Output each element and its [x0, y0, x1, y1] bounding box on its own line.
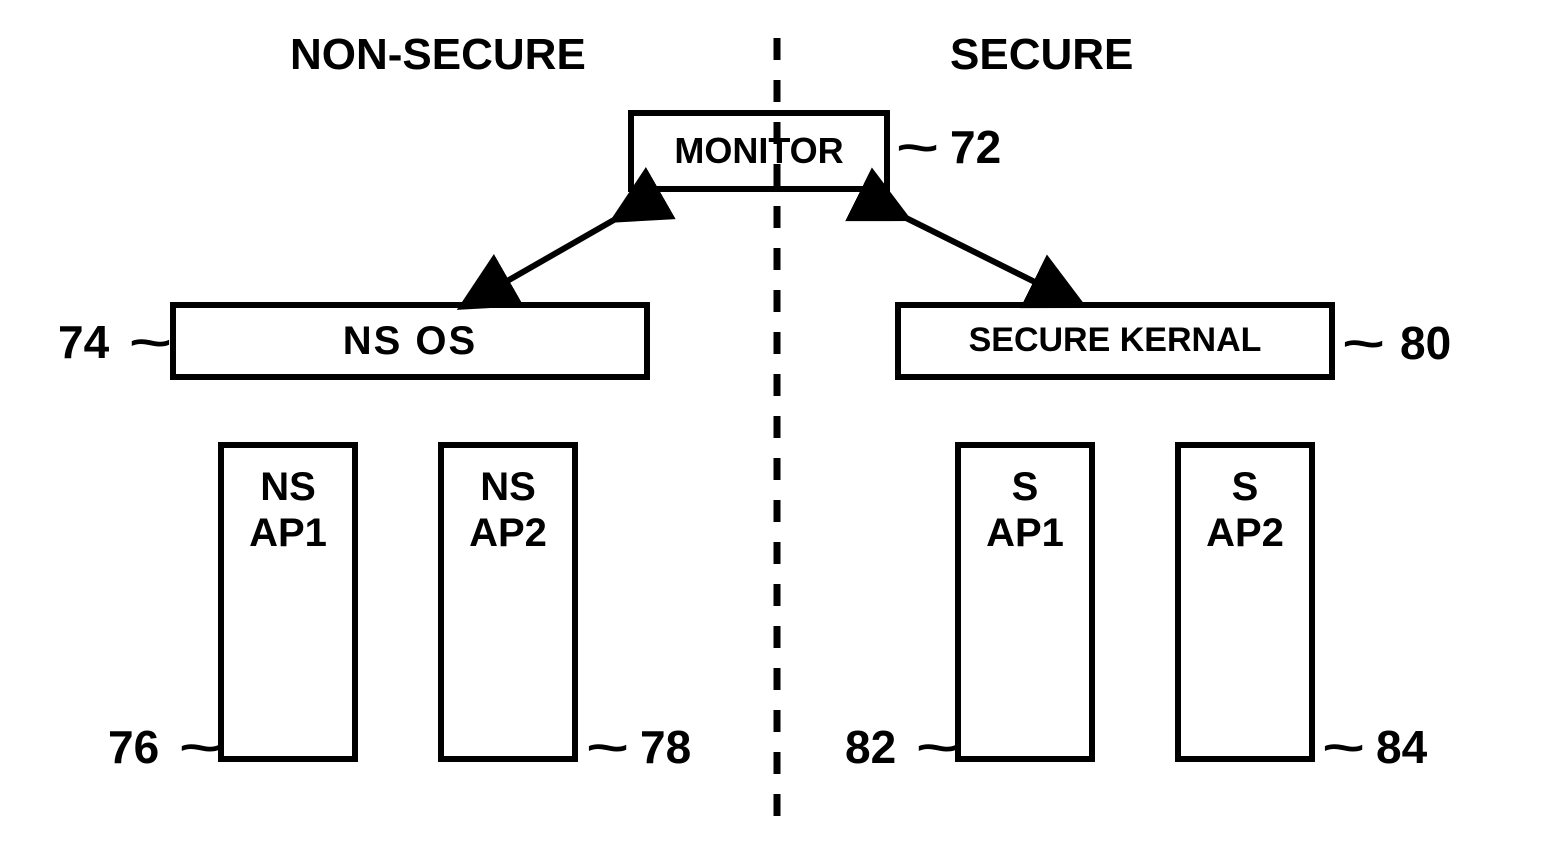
tilde-icon: ~ — [916, 720, 959, 774]
box-s-ap2: S AP2 — [1175, 442, 1315, 762]
tilde-icon: ~ — [129, 315, 172, 369]
tilde-icon: ~ — [586, 720, 629, 774]
ref-82: 82 — [845, 720, 896, 774]
ns-ap2-line1: NS — [469, 464, 547, 510]
header-non-secure: NON-SECURE — [290, 30, 586, 80]
ref-84: 84 — [1376, 720, 1427, 774]
box-ns-ap2: NS AP2 — [438, 442, 578, 762]
box-ns-os: NS OS — [170, 302, 650, 380]
ref-76: 76 — [108, 720, 159, 774]
tilde-icon: ~ — [896, 120, 939, 174]
tilde-icon: ~ — [1342, 316, 1385, 370]
box-secure-kernal-label: SECURE KERNAL — [969, 321, 1262, 360]
ref-80: 80 — [1400, 316, 1451, 370]
ref-72: 72 — [950, 120, 1001, 174]
diagram-stage: NON-SECURE SECURE MONITOR NS OS SECURE K… — [0, 0, 1555, 844]
tilde-icon: ~ — [179, 720, 222, 774]
ref-78: 78 — [640, 720, 691, 774]
box-s-ap1: S AP1 — [955, 442, 1095, 762]
box-ns-os-label: NS OS — [343, 318, 477, 364]
box-monitor: MONITOR — [628, 110, 890, 192]
tilde-icon: ~ — [1322, 720, 1365, 774]
ref-74: 74 — [58, 315, 109, 369]
s-ap2-line2: AP2 — [1206, 510, 1284, 556]
s-ap1-line1: S — [986, 464, 1064, 510]
ns-ap1-line1: NS — [249, 464, 327, 510]
s-ap2-line1: S — [1206, 464, 1284, 510]
ns-ap2-line2: AP2 — [469, 510, 547, 556]
box-monitor-label: MONITOR — [674, 130, 843, 171]
s-ap1-line2: AP1 — [986, 510, 1064, 556]
ns-ap1-line2: AP1 — [249, 510, 327, 556]
box-ns-ap1: NS AP1 — [218, 442, 358, 762]
box-secure-kernal: SECURE KERNAL — [895, 302, 1335, 380]
header-secure: SECURE — [950, 30, 1133, 80]
